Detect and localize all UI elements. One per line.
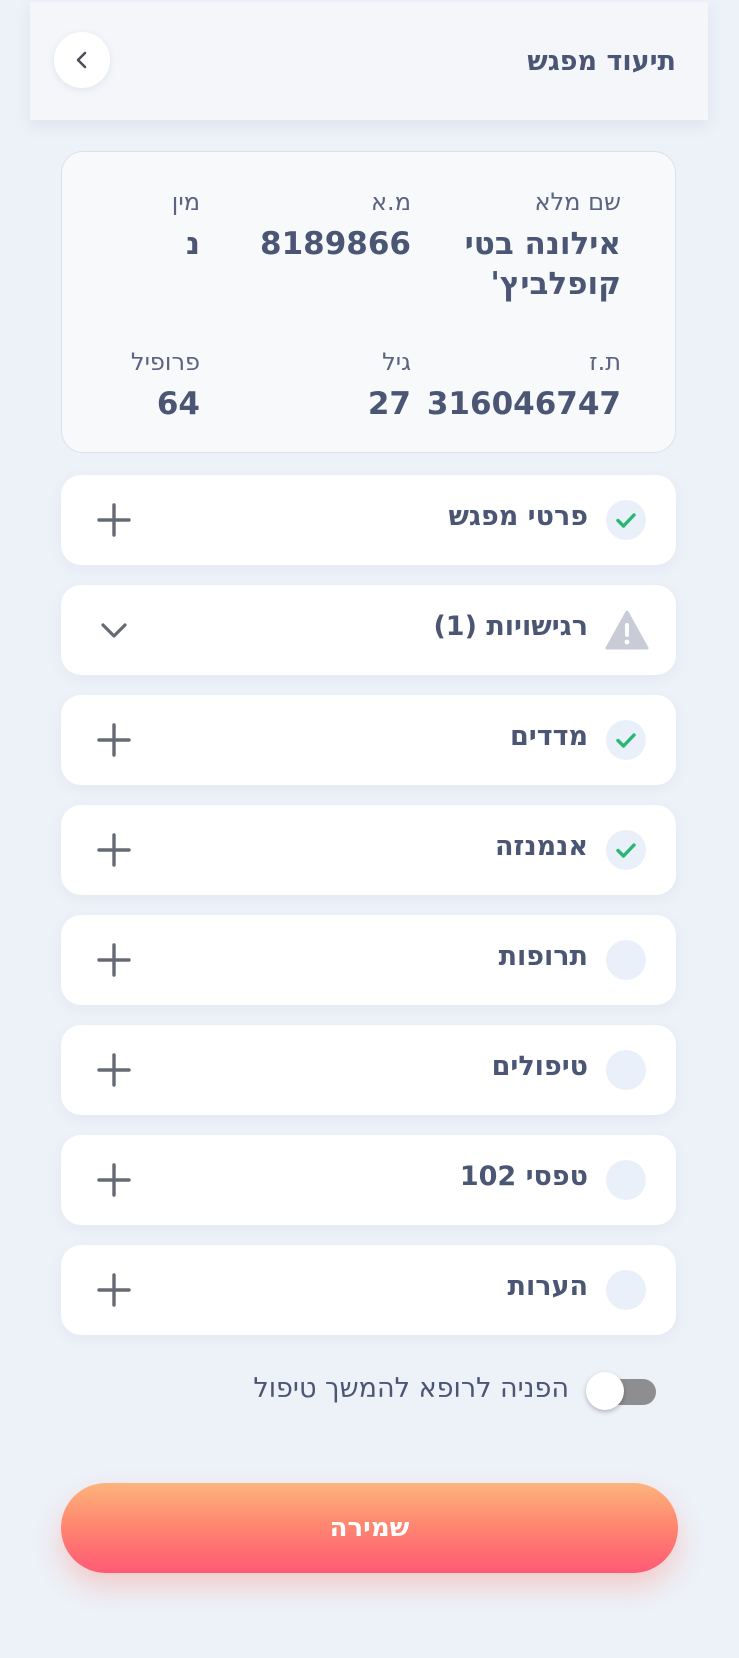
- full-name-value: אילונה בטי קופלביץ': [464, 226, 621, 302]
- profile-field: פרופיל 64: [90, 348, 200, 424]
- section-anamnesis[interactable]: אנמנזה: [61, 805, 676, 895]
- age-field: גיל 27: [291, 348, 411, 424]
- section-medications[interactable]: תרופות: [61, 915, 676, 1005]
- section-notes[interactable]: הערות: [61, 1245, 676, 1335]
- profile-label: פרופיל: [130, 348, 200, 376]
- empty-circle-icon: [606, 1270, 646, 1310]
- status-done-badge: [606, 720, 646, 760]
- referral-label: הפניה לרופא להמשך טיפול: [253, 1373, 569, 1404]
- page-title: תיעוד מפגש: [527, 46, 676, 77]
- section-label: הערות: [507, 1271, 589, 1302]
- back-button[interactable]: [54, 32, 110, 88]
- ma-field: מ.א 8189866: [241, 188, 411, 264]
- section-meeting-details[interactable]: פרטי מפגש: [61, 475, 676, 565]
- gender-field: מין נ: [100, 188, 200, 264]
- id-field: ת.ז 316046747: [421, 348, 621, 424]
- chevron-down-icon[interactable]: [97, 613, 131, 647]
- section-label: מדדים: [509, 721, 588, 752]
- ma-label: מ.א: [371, 188, 411, 216]
- warning-icon: [605, 610, 649, 650]
- check-icon: [616, 733, 636, 748]
- section-label: תרופות: [498, 941, 588, 972]
- section-label: טיפולים: [491, 1051, 588, 1082]
- empty-circle-icon: [606, 1050, 646, 1090]
- referral-toggle[interactable]: [586, 1370, 656, 1410]
- gender-value: נ: [185, 226, 200, 262]
- section-label: רגישויות (1): [433, 611, 588, 642]
- empty-circle-icon: [606, 1160, 646, 1200]
- id-value: 316046747: [426, 386, 621, 422]
- gender-label: מין: [171, 188, 200, 216]
- full-name-field: שם מלא אילונה בטי קופלביץ': [431, 188, 621, 304]
- patient-info-card: שם מלא אילונה בטי קופלביץ' מ.א 8189866 מ…: [61, 151, 676, 453]
- plus-icon[interactable]: [97, 833, 131, 867]
- save-button[interactable]: שמירה: [61, 1483, 678, 1573]
- plus-icon[interactable]: [97, 1273, 131, 1307]
- empty-circle-icon: [606, 940, 646, 980]
- check-icon: [616, 513, 636, 528]
- age-value: 27: [367, 386, 411, 422]
- plus-icon[interactable]: [97, 723, 131, 757]
- status-done-badge: [606, 500, 646, 540]
- header-bar: תיעוד מפגש: [30, 2, 708, 120]
- profile-value: 64: [156, 386, 200, 422]
- section-forms-102[interactable]: טפסי 102: [61, 1135, 676, 1225]
- section-label: אנמנזה: [494, 831, 588, 862]
- status-done-badge: [606, 830, 646, 870]
- section-label: טפסי 102: [459, 1161, 588, 1192]
- plus-icon[interactable]: [97, 503, 131, 537]
- plus-icon[interactable]: [97, 943, 131, 977]
- ma-value: 8189866: [260, 226, 411, 262]
- plus-icon[interactable]: [97, 1163, 131, 1197]
- section-sensitivities[interactable]: רגישויות (1): [61, 585, 676, 675]
- section-treatments[interactable]: טיפולים: [61, 1025, 676, 1115]
- section-label: פרטי מפגש: [448, 501, 588, 532]
- section-measurements[interactable]: מדדים: [61, 695, 676, 785]
- id-label: ת.ז: [589, 348, 621, 376]
- chevron-left-icon: [76, 51, 87, 69]
- full-name-label: שם מלא: [534, 188, 621, 216]
- check-icon: [616, 843, 636, 858]
- toggle-knob: [586, 1372, 624, 1410]
- plus-icon[interactable]: [97, 1053, 131, 1087]
- age-label: גיל: [382, 348, 411, 376]
